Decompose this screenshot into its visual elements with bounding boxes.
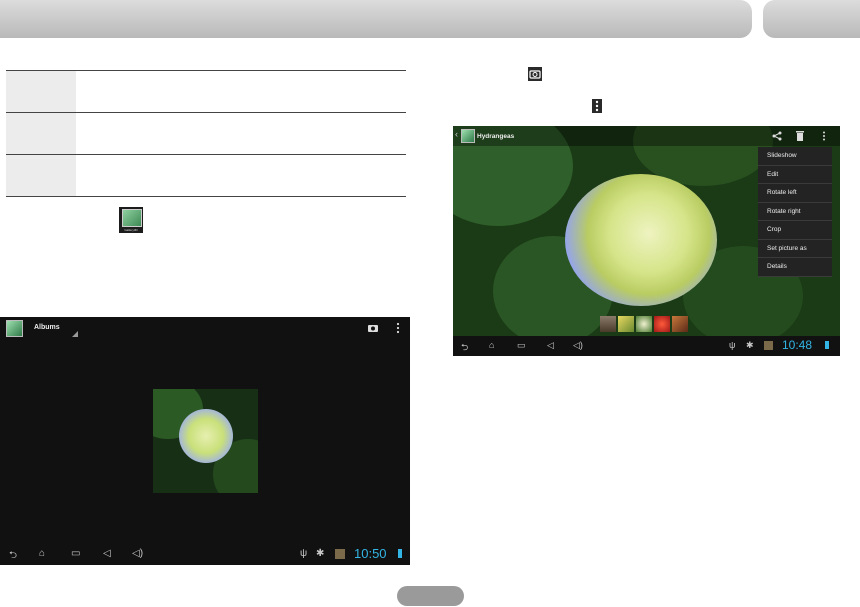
gallery-app-icon[interactable]: Gallery3D — [119, 207, 143, 233]
gallery-app-icon[interactable] — [461, 129, 475, 143]
volume-up-icon[interactable]: ◁) — [132, 548, 143, 559]
menu-item-edit[interactable]: Edit — [758, 166, 832, 184]
gallery-icon-label: Gallery3D — [124, 228, 138, 232]
table-cell — [76, 113, 406, 154]
page-number-tab — [397, 586, 431, 606]
clock: 10:50 — [354, 546, 387, 561]
clock: 10:48 — [782, 338, 813, 352]
action-bar: ‹ Hydrangeas — [453, 126, 840, 146]
menu-item-crop[interactable]: Crop — [758, 221, 832, 240]
volume-down-icon[interactable]: ◁ — [547, 340, 554, 351]
page-number-tab — [430, 586, 464, 606]
gallery-app-icon[interactable] — [6, 320, 23, 337]
table-row — [6, 154, 406, 197]
usb-icon: ψ — [300, 548, 308, 559]
menu-item-rotate-right[interactable]: Rotate right — [758, 203, 832, 221]
gallery-picture-icon — [122, 209, 142, 227]
header-tab — [763, 0, 860, 38]
home-icon[interactable]: ⌂ — [39, 548, 45, 559]
filmstrip-thumbnail[interactable] — [654, 316, 670, 332]
albums-screen: Albums ⮌ ⌂ ▭ ◁ ◁) ψ ✱ 10:50 — [0, 317, 410, 565]
volume-up-icon[interactable]: ◁) — [573, 340, 583, 351]
android-debug-icon: ✱ — [316, 548, 325, 559]
filmstrip-thumbnail[interactable] — [672, 316, 688, 332]
battery-icon — [825, 341, 829, 349]
table-cell — [76, 71, 406, 112]
filmstrip — [600, 316, 688, 332]
status-icon — [764, 341, 773, 350]
overflow-menu-icon[interactable] — [395, 322, 401, 334]
android-debug-icon: ✱ — [746, 340, 754, 350]
home-icon[interactable]: ⌂ — [489, 340, 494, 350]
volume-down-icon[interactable]: ◁ — [103, 548, 111, 559]
overflow-menu-icon[interactable] — [821, 131, 827, 141]
table-row — [6, 112, 406, 154]
menu-item-details[interactable]: Details — [758, 258, 832, 277]
usb-icon: ψ — [729, 340, 736, 350]
table-cell — [76, 155, 406, 196]
photo-title: Hydrangeas — [477, 133, 515, 140]
camera-icon — [528, 67, 542, 81]
filmstrip-thumbnail[interactable] — [600, 316, 616, 332]
camera-icon[interactable] — [367, 322, 379, 334]
menu-item-rotate-left[interactable]: Rotate left — [758, 184, 832, 203]
overflow-menu: Slideshow Edit Rotate left Rotate right … — [758, 147, 832, 277]
battery-icon — [398, 549, 402, 558]
hydrangea-flower — [565, 174, 717, 306]
filmstrip-thumbnail[interactable] — [636, 316, 652, 332]
table-row — [6, 70, 406, 112]
table-cell — [6, 113, 76, 154]
up-navigation-icon[interactable]: ‹ — [455, 129, 458, 139]
system-nav-bar: ⮌ ⌂ ▭ ◁ ◁) ψ ✱ 10:48 — [453, 336, 840, 356]
recent-apps-icon[interactable]: ▭ — [71, 548, 80, 559]
action-bar: Albums — [0, 317, 410, 339]
album-thumbnail[interactable] — [153, 389, 258, 493]
trash-icon[interactable] — [796, 131, 804, 141]
back-icon[interactable]: ⮌ — [461, 340, 468, 356]
menu-item-slideshow[interactable]: Slideshow — [758, 147, 832, 166]
system-nav-bar: ⮌ ⌂ ▭ ◁ ◁) ψ ✱ 10:50 — [0, 543, 410, 565]
info-table — [6, 70, 406, 197]
dropdown-arrow-icon — [72, 331, 78, 337]
recent-apps-icon[interactable]: ▭ — [517, 340, 526, 351]
table-cell — [6, 71, 76, 112]
back-icon[interactable]: ⮌ — [9, 548, 17, 565]
overflow-menu-icon — [592, 99, 602, 113]
status-icon — [335, 549, 345, 559]
menu-item-set-picture-as[interactable]: Set picture as — [758, 240, 832, 258]
filmstrip-thumbnail[interactable] — [618, 316, 634, 332]
hydrangea-flower — [179, 409, 233, 463]
table-cell — [6, 155, 76, 196]
albums-dropdown[interactable]: Albums — [34, 324, 60, 331]
share-icon[interactable] — [772, 131, 782, 141]
header-bar — [0, 0, 752, 38]
